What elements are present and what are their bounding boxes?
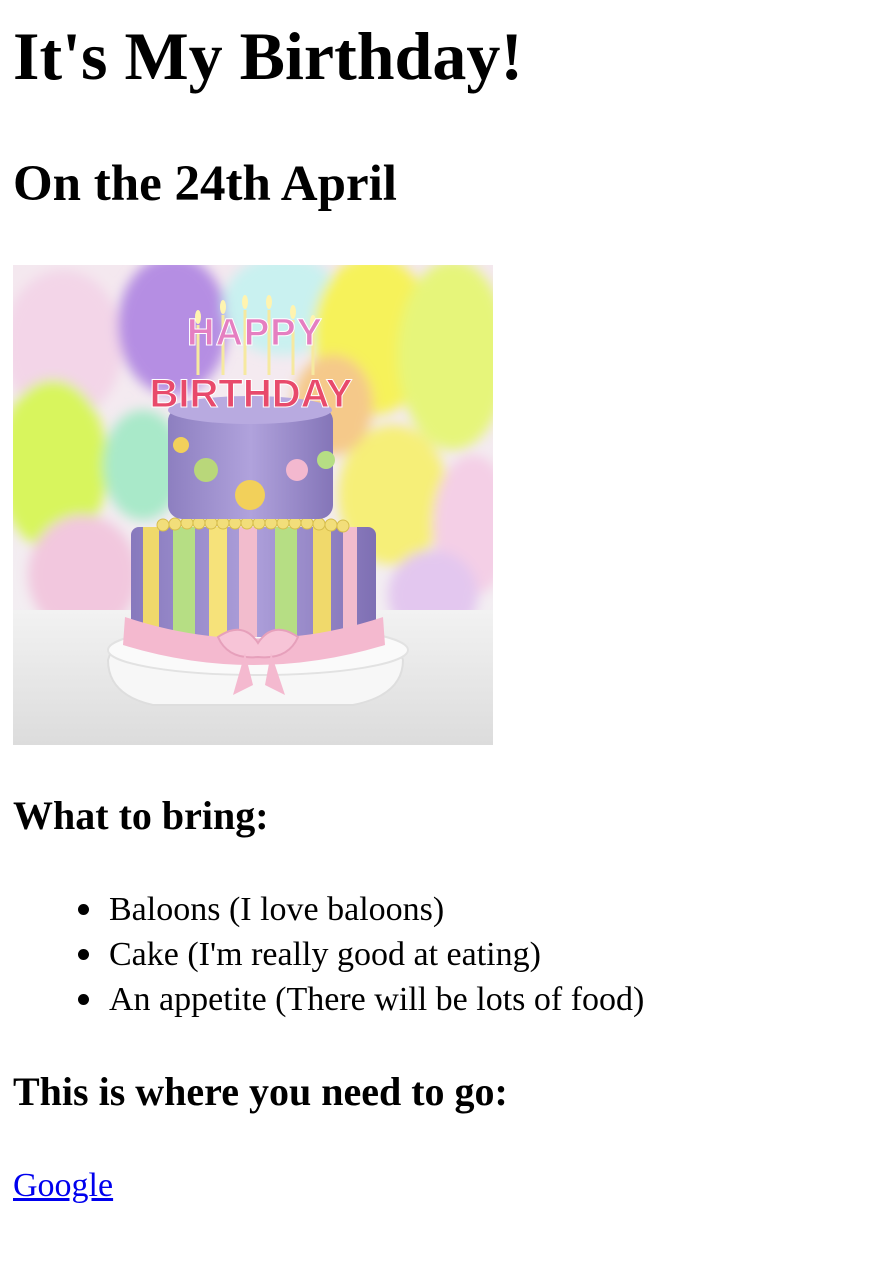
bullet-icon xyxy=(78,949,89,960)
cake-text-birthday: BIRTHDAY xyxy=(150,372,353,416)
google-link[interactable]: Google xyxy=(13,1163,113,1208)
page-title: It's My Birthday! xyxy=(13,18,523,94)
what-to-bring-heading: What to bring: xyxy=(13,793,269,838)
list-item: Baloons (I love baloons) xyxy=(78,887,644,932)
list-item: An appetite (There will be lots of food) xyxy=(78,977,644,1022)
page-subtitle: On the 24th April xyxy=(13,156,397,212)
list-item: Cake (I'm really good at eating) xyxy=(78,932,644,977)
birthday-cake-image: HAPPY BIRTHDAY xyxy=(13,265,493,745)
bring-list: Baloons (I love baloons) Cake (I'm reall… xyxy=(0,887,644,1022)
cake-text-happy: HAPPY xyxy=(187,312,323,354)
bullet-icon xyxy=(78,904,89,915)
where-to-go-heading: This is where you need to go: xyxy=(13,1069,508,1114)
bullet-icon xyxy=(78,994,89,1005)
